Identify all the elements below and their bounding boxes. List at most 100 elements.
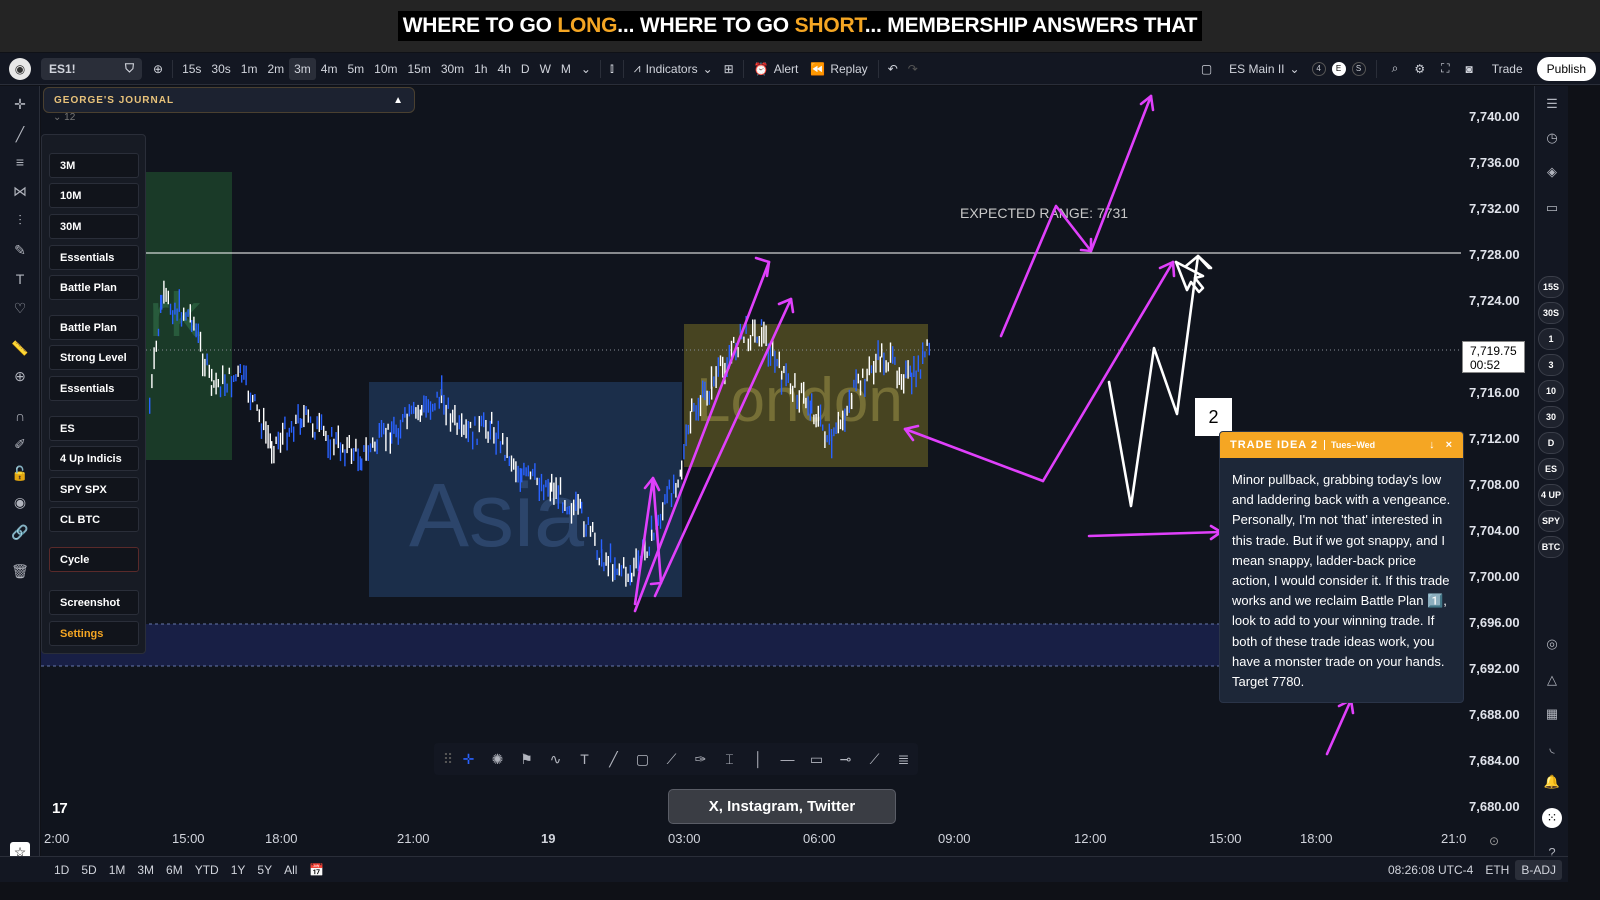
clock[interactable]: 08:26:08 UTC-4 xyxy=(1382,863,1479,877)
panel-item-10m[interactable]: 10M xyxy=(49,183,139,208)
path-tool-icon[interactable]: ⟋ xyxy=(860,751,889,768)
quick-tf-3[interactable]: 3 xyxy=(1538,354,1564,376)
watchlist-icon[interactable]: ☰ xyxy=(1542,94,1562,114)
drag-handle-icon[interactable]: ⠿ xyxy=(442,751,454,768)
layout-select[interactable]: ES Main II ⌄ xyxy=(1223,58,1305,80)
alerts-clock-icon[interactable]: ◷ xyxy=(1542,128,1562,148)
brush-icon[interactable]: ✎ xyxy=(10,240,30,260)
calendar-range-icon[interactable]: 📅 xyxy=(303,863,330,877)
quick-tf-30s[interactable]: 30S xyxy=(1538,302,1564,324)
line-tool-icon[interactable]: ╱ xyxy=(599,751,628,768)
range-5y[interactable]: 5Y xyxy=(251,863,278,877)
indicators-button[interactable]: ⩘ Indicators ⌄ xyxy=(628,58,719,80)
timeframe-3m[interactable]: 3m xyxy=(289,57,316,80)
ruler-icon[interactable]: 📏 xyxy=(10,338,30,358)
range-5d[interactable]: 5D xyxy=(75,863,102,877)
undo-icon[interactable]: ↶ xyxy=(883,58,903,80)
quick-tf-30[interactable]: 30 xyxy=(1538,406,1564,428)
symbol-search[interactable]: ES1! ⛉ xyxy=(41,57,142,80)
collapse-icon[interactable]: ▲ xyxy=(393,95,404,106)
templates-icon[interactable]: ⊞ xyxy=(719,58,739,80)
target-icon[interactable]: ◎ xyxy=(1542,634,1562,654)
pattern-icon[interactable]: ⋈ xyxy=(10,181,30,201)
panel-item-cl-btc[interactable]: CL BTC xyxy=(49,507,139,532)
timeframe-5m[interactable]: 5m xyxy=(342,58,369,80)
timeframe-1h[interactable]: 1h xyxy=(469,58,492,80)
chat-icon[interactable]: ▭ xyxy=(1542,198,1562,218)
range-ytd[interactable]: YTD xyxy=(189,863,225,877)
trend-line-icon[interactable]: ╱ xyxy=(10,124,30,144)
panel-item-essentials[interactable]: Essentials xyxy=(49,376,139,401)
avatar[interactable]: ◉ xyxy=(9,57,31,80)
adjustment-toggle[interactable]: B-ADJ xyxy=(1515,859,1562,880)
timeframe-D[interactable]: D xyxy=(516,58,535,80)
draw-mode-icon[interactable]: ✐ xyxy=(10,434,30,454)
quick-tf-d[interactable]: D xyxy=(1538,432,1564,454)
panel-item-4-up-indicis[interactable]: 4 Up Indicis xyxy=(49,446,139,471)
close-icon[interactable]: × xyxy=(1446,439,1453,451)
timeframe-30m[interactable]: 30m xyxy=(436,58,469,80)
quick-tf-es[interactable]: ES xyxy=(1538,458,1564,480)
heart-icon[interactable]: ♡ xyxy=(10,298,30,318)
stream-icon[interactable]: ◟ xyxy=(1542,738,1562,758)
journal-header[interactable]: GEORGE'S JOURNAL ▲ xyxy=(43,87,415,113)
ideas-icon[interactable]: △ xyxy=(1542,670,1562,690)
quick-tf-spy[interactable]: SPY xyxy=(1538,510,1564,532)
forecast-icon[interactable]: ⫶ xyxy=(10,210,30,230)
notifications-icon[interactable]: 🔔 xyxy=(1542,772,1562,792)
session-toggle[interactable]: ETH xyxy=(1479,863,1515,877)
range-6m[interactable]: 6M xyxy=(160,863,189,877)
fullscreen-icon[interactable]: ⛶ xyxy=(1436,58,1454,80)
trash-icon[interactable]: 🗑 xyxy=(10,561,30,581)
pen-tool-icon[interactable]: ✑ xyxy=(686,751,715,768)
calendar-icon[interactable]: ▦ xyxy=(1542,704,1562,724)
timeframe-30s[interactable]: 30s xyxy=(206,58,235,80)
quick-tf-15s[interactable]: 15S xyxy=(1538,276,1564,298)
hline-tool-icon[interactable]: — xyxy=(773,751,802,767)
timeframe-M[interactable]: M xyxy=(556,58,576,80)
comment-tool-icon[interactable]: ▭ xyxy=(802,751,831,768)
cross-tool-icon[interactable]: ✛ xyxy=(454,751,483,768)
trade-button[interactable]: Trade xyxy=(1484,58,1531,80)
wave-tool-icon[interactable]: ∿ xyxy=(541,751,570,768)
range-tool-icon[interactable]: ⌶ xyxy=(715,751,744,768)
timeframe-2m[interactable]: 2m xyxy=(262,58,289,80)
camera-icon[interactable]: ◙ xyxy=(1460,58,1477,80)
panel-item-screenshot[interactable]: Screenshot xyxy=(49,590,139,615)
flag-tool-icon[interactable]: ⚑ xyxy=(512,751,541,768)
ray-tool-icon[interactable]: ⟋ xyxy=(657,751,686,768)
quick-tf-1[interactable]: 1 xyxy=(1538,328,1564,350)
redo-icon[interactable]: ↷ xyxy=(903,58,923,80)
timeframe-4h[interactable]: 4h xyxy=(493,58,516,80)
eye-icon[interactable]: ◉ xyxy=(10,492,30,512)
quick-tf-10[interactable]: 10 xyxy=(1538,380,1564,402)
gear-icon[interactable]: ⚙ xyxy=(1409,58,1430,80)
candle-type-icon[interactable]: ⫾ xyxy=(605,58,619,80)
pin-icon[interactable]: ↓ xyxy=(1429,439,1436,451)
panel-item-battle-plan[interactable]: Battle Plan xyxy=(49,315,139,340)
vline-tool-icon[interactable]: │ xyxy=(744,751,773,767)
network-tool-icon[interactable]: ✺ xyxy=(483,751,512,768)
publish-button[interactable]: Publish xyxy=(1536,56,1596,81)
hray-tool-icon[interactable]: ⊸ xyxy=(831,751,860,768)
timeframe-W[interactable]: W xyxy=(535,58,556,80)
magnet-icon[interactable]: ∩ xyxy=(10,406,30,426)
panel-item-battle-plan[interactable]: Battle Plan xyxy=(49,275,139,300)
range-all[interactable]: All xyxy=(278,863,303,877)
quick-search-icon[interactable]: ⌕ xyxy=(1387,58,1404,80)
lock-icon[interactable]: 🔓 xyxy=(10,463,30,483)
timeframe-10m[interactable]: 10m xyxy=(369,58,402,80)
timeframe-1m[interactable]: 1m xyxy=(236,58,263,80)
layout-icon[interactable]: ▢ xyxy=(1196,58,1217,80)
extended-badge[interactable]: E xyxy=(1331,61,1346,76)
text-icon[interactable]: T xyxy=(10,269,30,289)
layers-icon[interactable]: ◈ xyxy=(1542,162,1562,182)
panel-item-settings[interactable]: Settings xyxy=(49,621,139,646)
range-3m[interactable]: 3M xyxy=(131,863,160,877)
panel-item-spy-spx[interactable]: SPY SPX xyxy=(49,477,139,502)
fib-icon[interactable]: ≡ xyxy=(10,152,30,172)
add-symbol-icon[interactable]: ⊕ xyxy=(148,58,168,80)
panel-item-essentials[interactable]: Essentials xyxy=(49,245,139,270)
panel-item-es[interactable]: ES xyxy=(49,416,139,441)
link-icon[interactable]: 🔗 xyxy=(10,522,30,542)
